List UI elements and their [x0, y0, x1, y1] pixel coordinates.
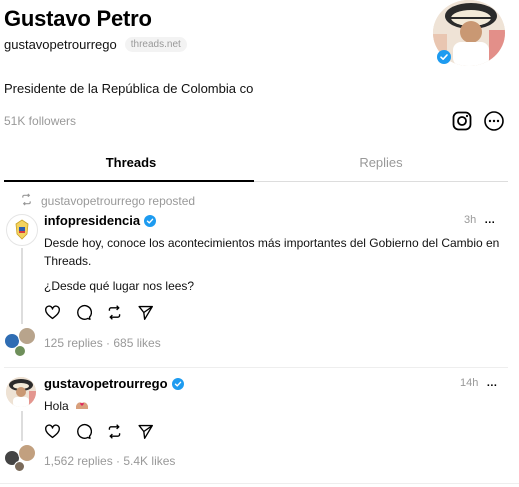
profile-bio: Presidente de la República de Colombia c… [4, 81, 254, 96]
followers-count[interactable]: 51K followers [4, 114, 76, 128]
profile-name: Gustavo Petro [4, 6, 152, 31]
bottom-divider [0, 483, 519, 484]
post-question: ¿Desde qué lugar nos lees? [44, 279, 195, 293]
post-time: 3h [464, 214, 477, 226]
post-more-icon-2[interactable]: … [486, 377, 497, 389]
post-meta: 3h … [464, 214, 495, 226]
repost-icon [20, 193, 33, 209]
post-stats-2[interactable]: 1,562 replies · 5.4K likes [44, 454, 175, 468]
post-more-icon[interactable]: … [484, 214, 495, 226]
instagram-icon[interactable] [451, 110, 473, 132]
more-options-icon[interactable] [483, 110, 505, 132]
active-tab-indicator [4, 180, 254, 182]
repost-label: gustavopetrourrego reposted [41, 194, 196, 208]
post-username-2[interactable]: gustavopetrourrego [44, 376, 184, 391]
post-actions [44, 304, 154, 321]
share-icon-2[interactable] [137, 423, 154, 440]
tab-replies[interactable]: Replies [254, 155, 508, 170]
handle-row: gustavopetrourrego threads.net [4, 37, 187, 52]
replier-avatars-2 [4, 444, 40, 472]
post-text: Desde hoy, conoce los acontecimientos má… [44, 236, 500, 268]
post-text-2: Hola [44, 397, 89, 415]
post-stats[interactable]: 125 replies · 685 likes [44, 336, 161, 350]
tab-divider [254, 181, 508, 182]
hand-heart-emoji-icon [75, 397, 89, 415]
like-icon[interactable] [44, 304, 61, 321]
username-link-2[interactable]: gustavopetrourrego [44, 376, 168, 391]
replier-avatars [4, 327, 40, 357]
post-avatar-2[interactable] [6, 377, 36, 407]
reply-icon-2[interactable] [75, 423, 92, 440]
share-icon[interactable] [137, 304, 154, 321]
verified-icon [144, 214, 157, 227]
post-divider [4, 367, 508, 368]
repost-indicator: gustavopetrourrego reposted [20, 193, 195, 209]
domain-badge[interactable]: threads.net [124, 37, 187, 52]
post-time-2: 14h [460, 377, 479, 389]
post-avatar[interactable] [6, 214, 38, 246]
verified-icon-2 [171, 377, 184, 390]
like-icon-2[interactable] [44, 423, 61, 440]
post-meta-2: 14h … [460, 377, 497, 389]
post-text-2-label: Hola [44, 399, 69, 413]
repost-action-icon-2[interactable] [106, 423, 123, 440]
thread-line-2 [21, 411, 23, 441]
post-username[interactable]: infopresidencia [44, 213, 157, 228]
reply-icon[interactable] [75, 304, 92, 321]
repost-action-icon[interactable] [106, 304, 123, 321]
post-actions-2 [44, 423, 154, 440]
verified-badge-icon [437, 50, 451, 64]
thread-line [21, 248, 23, 324]
profile-handle: gustavopetrourrego [4, 37, 117, 52]
tab-threads[interactable]: Threads [4, 155, 258, 170]
username-link[interactable]: infopresidencia [44, 213, 140, 228]
